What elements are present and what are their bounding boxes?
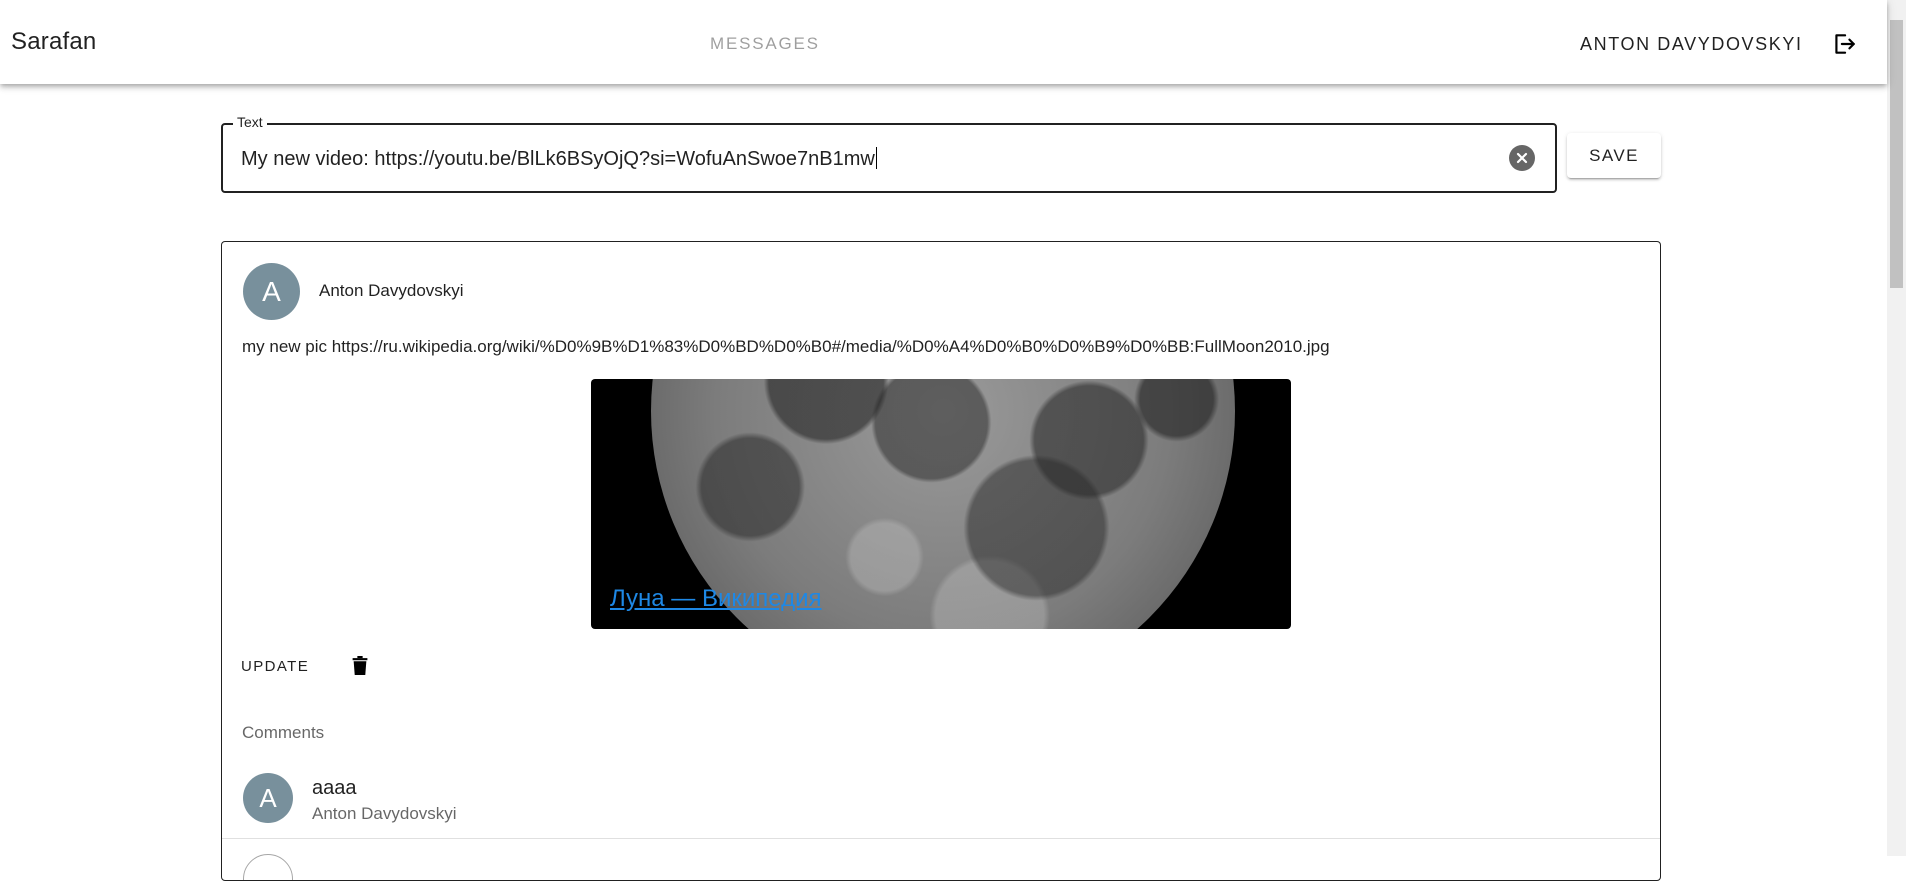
clear-input-button[interactable] <box>1509 145 1535 171</box>
author-name: Anton Davydovskyi <box>319 281 464 300</box>
delete-button[interactable] <box>345 650 375 680</box>
app-title: Sarafan <box>11 28 97 55</box>
comment-text: aaaa <box>312 777 357 799</box>
page-scrollbar[interactable] <box>1887 0 1906 856</box>
link-preview[interactable]: Луна — Википедия <box>591 379 1291 629</box>
save-button[interactable]: SAVE <box>1567 133 1661 178</box>
trash-icon <box>352 655 368 675</box>
update-button[interactable]: UPDATE <box>233 652 317 681</box>
author-avatar: A <box>243 263 300 320</box>
logout-button[interactable] <box>1826 26 1862 62</box>
nav-messages-button[interactable]: MESSAGES <box>700 30 830 58</box>
app-bar: Sarafan MESSAGES ANTON DAVYDOVSKYI <box>0 0 1887 84</box>
comment-divider <box>222 838 1660 839</box>
comment-avatar: A <box>243 773 293 823</box>
message-input[interactable]: My new video: https://youtu.be/BlLk6BSyO… <box>241 147 877 171</box>
scrollbar-thumb[interactable] <box>1890 20 1903 288</box>
user-profile-button[interactable]: ANTON DAVYDOVSKYI <box>1570 30 1813 59</box>
comment-author: Anton Davydovskyi <box>312 804 457 823</box>
text-caret <box>875 147 877 169</box>
text-field-label: Text <box>233 114 267 130</box>
preview-link[interactable]: Луна — Википедия <box>610 585 822 613</box>
message-card: A Anton Davydovskyi my new pic https://r… <box>221 241 1661 881</box>
message-input-value: My new video: https://youtu.be/BlLk6BSyO… <box>241 148 875 170</box>
logout-icon <box>1835 34 1855 54</box>
next-comment-avatar <box>243 854 293 880</box>
close-circle-icon <box>1516 152 1528 164</box>
message-text-field[interactable]: Text My new video: https://youtu.be/BlLk… <box>221 114 1557 193</box>
message-text: my new pic https://ru.wikipedia.org/wiki… <box>242 337 1330 356</box>
comments-title: Comments <box>242 723 325 742</box>
